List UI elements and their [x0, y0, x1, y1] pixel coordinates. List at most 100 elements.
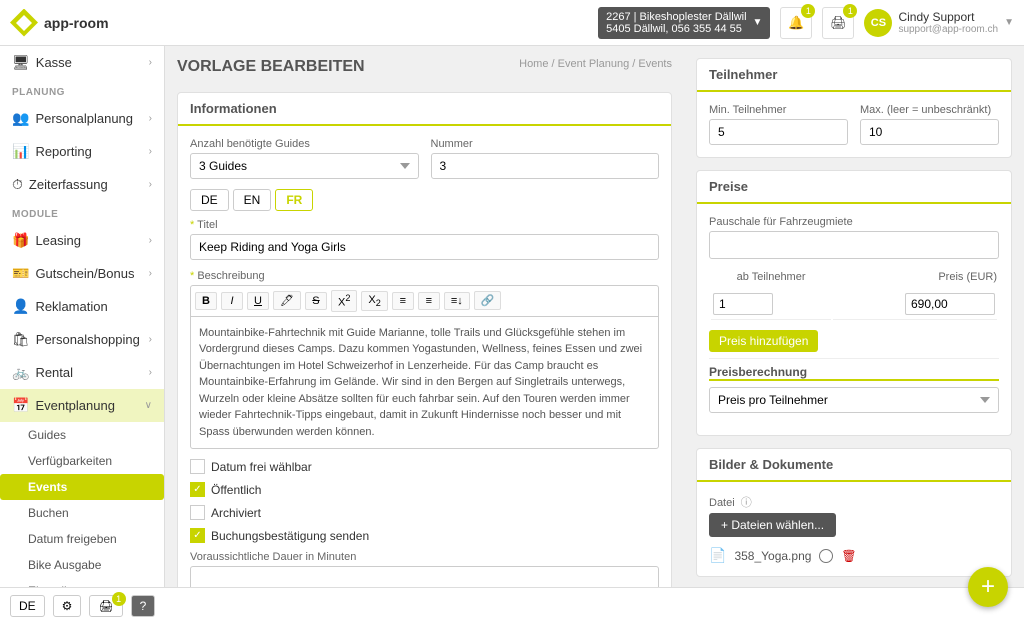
- guides-label: Anzahl benötigte Guides: [190, 138, 419, 150]
- sidebar: 🖥 Kasse › PLANUNG 👥 Personalplanung › 📊 …: [0, 46, 165, 587]
- topbar-left: app-room: [10, 9, 109, 37]
- nummer-label: Nummer: [431, 138, 660, 150]
- editor-italic-btn[interactable]: I: [221, 292, 243, 310]
- logo-icon: [10, 9, 38, 37]
- dauer-label: Voraussichtliche Dauer in Minuten: [190, 551, 659, 563]
- editor-sub-btn[interactable]: X2: [361, 291, 387, 311]
- lang-tab-fr[interactable]: FR: [275, 189, 313, 211]
- sidebar-sub-verfuegbarkeiten[interactable]: Verfügbarkeiten: [0, 448, 164, 474]
- lang-tab-en[interactable]: EN: [233, 189, 272, 211]
- user-menu[interactable]: CS Cindy Support support@app-room.ch ▼: [864, 9, 1014, 37]
- zeiterfassung-label: Zeiterfassung: [29, 177, 108, 192]
- nummer-input[interactable]: [431, 153, 660, 179]
- file-delete-button[interactable]: 🗑: [841, 549, 856, 563]
- leasing-chevron-icon: ›: [149, 235, 152, 246]
- sidebar-sub-buchen[interactable]: Buchen: [0, 500, 164, 526]
- editor-indent-btn[interactable]: ≡↓: [444, 292, 470, 310]
- archiviert-checkbox[interactable]: [190, 505, 205, 520]
- sidebar-item-kasse[interactable]: 🖥 Kasse ›: [0, 46, 164, 79]
- ab-teilnehmer-col-header: ab Teilnehmer: [711, 271, 831, 287]
- zeiterfassung-icon: ⏱: [12, 176, 23, 193]
- buchungsbestaetigung-checkbox[interactable]: [190, 528, 205, 543]
- preis-input[interactable]: [905, 293, 995, 315]
- leasing-icon: 🎁: [12, 232, 29, 249]
- ab-teilnehmer-input[interactable]: [713, 293, 773, 315]
- file-radio[interactable]: [819, 549, 833, 563]
- location-box[interactable]: 2267 | Bikeshoplester Dällwil 5405 Dällw…: [598, 7, 770, 39]
- editor-sup-btn[interactable]: X2: [331, 290, 357, 312]
- bike-ausgabe-label: Bike Ausgabe: [28, 558, 101, 572]
- choose-files-button[interactable]: + Dateien wählen...: [709, 513, 836, 537]
- settings-button[interactable]: ⚙: [53, 595, 82, 617]
- preisberechnung-select[interactable]: Preis pro Teilnehmer Pauschalpreis: [709, 387, 999, 413]
- user-info: Cindy Support support@app-room.ch: [898, 10, 998, 35]
- datum-checkbox[interactable]: [190, 459, 205, 474]
- guides-label: Guides: [28, 428, 66, 442]
- right-panel: Teilnehmer Min. Teilnehmer Max. (leer = …: [684, 46, 1024, 587]
- sidebar-item-reklamation[interactable]: 👤 Reklamation: [0, 290, 164, 323]
- lang-button[interactable]: DE: [10, 595, 45, 617]
- editor-link-btn[interactable]: 🔗: [474, 291, 502, 310]
- sidebar-item-personalplanung[interactable]: 👥 Personalplanung ›: [0, 102, 164, 135]
- guides-select[interactable]: 3 Guides: [190, 153, 419, 179]
- personalshopping-label: Personalshopping: [36, 332, 140, 347]
- beschreibung-group: Beschreibung B I U 🖊 S X2 X2 ≡ ≡ ≡↓: [190, 270, 659, 449]
- reporting-icon: 📊: [12, 143, 29, 160]
- gutschein-icon: 🎫: [12, 265, 29, 282]
- lang-tab-de[interactable]: DE: [190, 189, 229, 211]
- sidebar-item-zeiterfassung[interactable]: ⏱ Zeiterfassung ›: [0, 168, 164, 201]
- add-price-button[interactable]: Preis hinzufügen: [709, 330, 818, 352]
- file-icon: 📄: [709, 547, 726, 564]
- datum-label: Datum frei wählbar: [211, 460, 312, 474]
- title-input[interactable]: [190, 234, 659, 260]
- bilder-header: Bilder & Dokumente: [697, 449, 1011, 482]
- editor-underline-btn[interactable]: U: [247, 292, 269, 310]
- location-line1: 2267 | Bikeshoplester Dällwil: [606, 11, 746, 23]
- fab-button[interactable]: +: [968, 567, 1008, 607]
- sidebar-sub-events[interactable]: Events: [0, 474, 164, 500]
- editor-marker-btn[interactable]: 🖊: [273, 291, 301, 310]
- sidebar-sub-guides[interactable]: Guides: [0, 422, 164, 448]
- pauschale-input[interactable]: [709, 231, 999, 259]
- oeffentlich-row: Öffentlich: [190, 482, 659, 497]
- datum-row: Datum frei wählbar: [190, 459, 659, 474]
- info-card: Informationen Anzahl benötigte Guides 3 …: [177, 92, 672, 587]
- sidebar-sub-datum-freigeben[interactable]: Datum freigeben: [0, 526, 164, 552]
- preis-cell: [833, 289, 997, 320]
- max-input[interactable]: [860, 119, 999, 145]
- rental-label: Rental: [35, 365, 73, 380]
- editor-list2-btn[interactable]: ≡: [418, 292, 440, 310]
- editor-area[interactable]: Mountainbike-Fahrtechnik mit Guide Maria…: [190, 316, 659, 450]
- editor-bold-btn[interactable]: B: [195, 292, 217, 310]
- sidebar-sub-bike-ausgabe[interactable]: Bike Ausgabe: [0, 552, 164, 578]
- min-label: Min. Teilnehmer: [709, 104, 848, 116]
- eventplanung-label: Eventplanung: [35, 398, 115, 413]
- reporting-label: Reporting: [35, 144, 91, 159]
- sidebar-item-eventplanung[interactable]: 📅 Eventplanung ∨: [0, 389, 164, 422]
- preisberechnung-header: Preisberechnung: [709, 365, 999, 381]
- kasse-label: Kasse: [36, 55, 72, 70]
- logo[interactable]: app-room: [10, 9, 109, 37]
- sidebar-item-leasing[interactable]: 🎁 Leasing ›: [0, 224, 164, 257]
- zeiterfassung-chevron-icon: ›: [149, 179, 152, 190]
- sidebar-sub-einstellungen[interactable]: Einstellungen: [0, 578, 164, 587]
- oeffentlich-checkbox[interactable]: [190, 482, 205, 497]
- editor-list1-btn[interactable]: ≡: [392, 292, 414, 310]
- sidebar-item-personalshopping[interactable]: 🛍 Personalshopping ›: [0, 323, 164, 356]
- sidebar-item-rental[interactable]: 🚲 Rental ›: [0, 356, 164, 389]
- sidebar-item-gutschein[interactable]: 🎫 Gutschein/Bonus ›: [0, 257, 164, 290]
- max-group: Max. (leer = unbeschränkt): [860, 104, 999, 145]
- nummer-group: Nummer: [431, 138, 660, 179]
- dauer-input[interactable]: [190, 566, 659, 587]
- print-button[interactable]: 🖨 1: [822, 7, 854, 39]
- min-input[interactable]: [709, 119, 848, 145]
- sidebar-item-reporting[interactable]: 📊 Reporting ›: [0, 135, 164, 168]
- help-button[interactable]: ?: [131, 595, 156, 617]
- teilnehmer-body: Min. Teilnehmer Max. (leer = unbeschränk…: [697, 92, 1011, 157]
- main-layout: 🖥 Kasse › PLANUNG 👥 Personalplanung › 📊 …: [0, 46, 1024, 587]
- editor-strikethrough-btn[interactable]: S: [305, 292, 327, 310]
- notification-button[interactable]: 🔔 1: [780, 7, 812, 39]
- preise-divider: [709, 358, 999, 359]
- user-name: Cindy Support: [898, 10, 998, 24]
- print-bottom-button[interactable]: 🖨 1: [89, 595, 122, 617]
